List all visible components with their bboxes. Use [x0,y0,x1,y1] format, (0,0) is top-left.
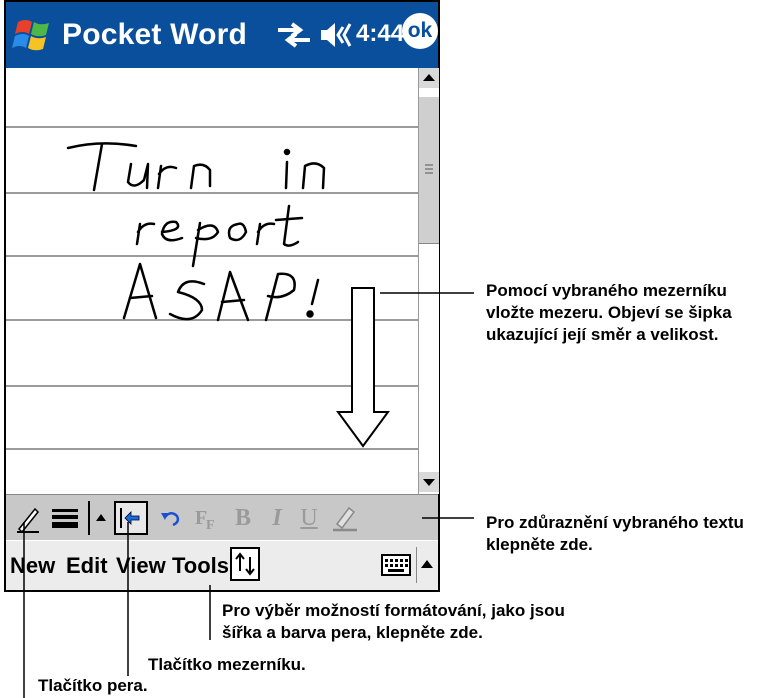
ruled-lines [6,126,418,450]
vertical-scrollbar[interactable] [418,68,439,494]
format-icon[interactable]: FF [192,501,222,535]
scroll-up-button[interactable] [419,68,439,88]
italic-icon[interactable]: I [264,501,290,535]
callout-space-button: Tlačítko mezerníku. [148,655,306,674]
callout-pen-button: Tlačítko pera. [38,676,148,695]
speaker-icon[interactable] [317,18,355,52]
menu-bar: New Edit View Tools [6,540,438,590]
windows-start-icon[interactable] [12,14,56,56]
keyboard-icon[interactable] [380,551,412,579]
menu-view[interactable]: View [116,553,166,579]
callout-highlight: Pro zdůraznění vybraného textu klepněte … [486,513,744,554]
callout-format: Pro výběr možností formátování, jako jso… [222,601,565,642]
bold-icon[interactable]: B [230,501,256,535]
pocket-pc-screen: Pocket Word 4:44 ok F F B I U New Edit V… [4,0,440,592]
svg-text:F: F [206,518,215,531]
handwritten-ink [66,142,326,322]
menu-new[interactable]: New [10,553,55,579]
title-bar: Pocket Word 4:44 ok [6,2,438,68]
formatting-toolbar: FF B I U [6,494,438,540]
pen-icon[interactable] [14,501,42,535]
undo-icon[interactable] [158,501,184,535]
underline-icon[interactable]: U [296,501,322,535]
highlight-icon[interactable] [330,501,360,535]
callout-space-tool: Pomocí vybraného mezerníku vložte mezeru… [486,281,732,344]
writing-area[interactable] [6,68,418,494]
line-weight-icon[interactable] [50,501,80,535]
menu-tools[interactable]: Tools [172,553,229,579]
spacing-arrows-icon[interactable] [230,547,260,581]
menu-edit[interactable]: Edit [66,553,108,579]
dropdown-arrow-icon[interactable] [88,501,112,535]
space-direction-arrow [336,287,390,448]
scroll-down-button[interactable] [419,472,439,492]
ok-button[interactable]: ok [402,13,438,49]
space-insert-icon[interactable] [114,501,148,535]
clock[interactable]: 4:44 [356,20,404,48]
scroll-thumb[interactable] [419,96,439,244]
connectivity-icon[interactable] [274,18,314,52]
input-panel-arrow-icon[interactable] [416,547,437,583]
app-title: Pocket Word [62,18,248,51]
